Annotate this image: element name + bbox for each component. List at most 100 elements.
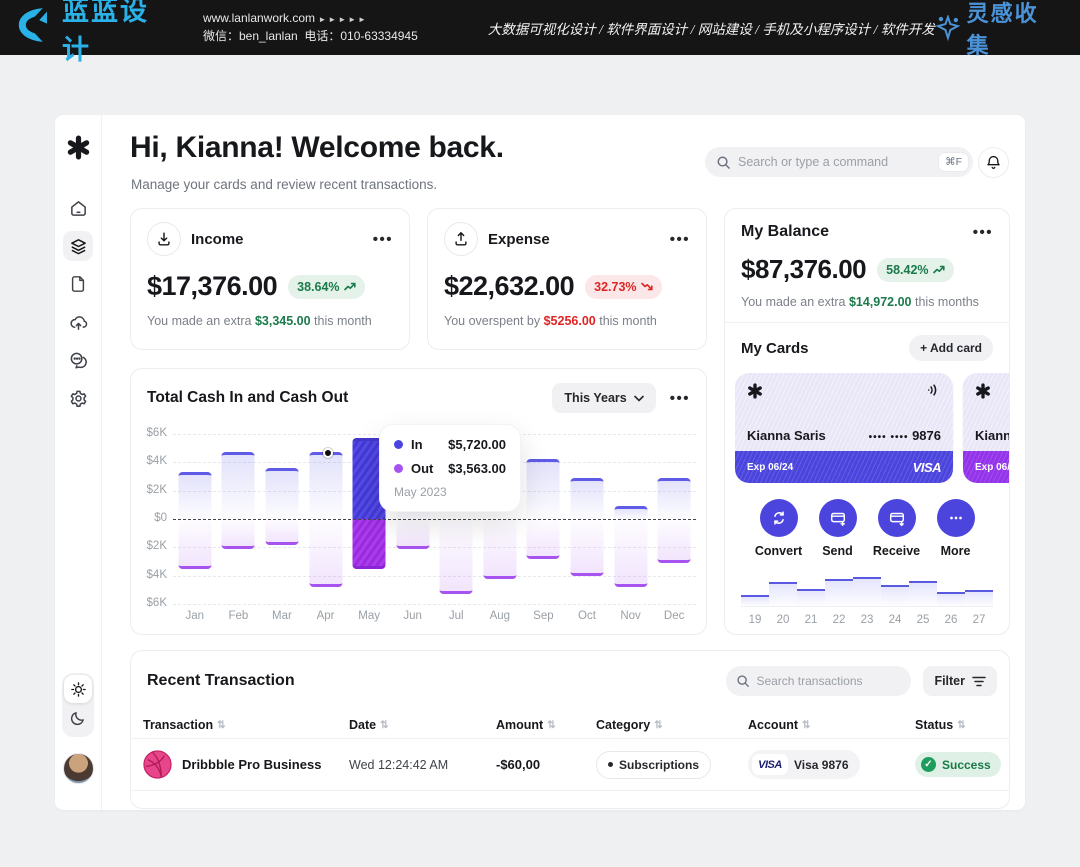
sidebar-item-home[interactable] (63, 193, 93, 223)
mini-bar-label: 21 (797, 614, 825, 626)
column-header-account[interactable]: Account⇅ (748, 718, 915, 732)
tooltip-caption: May 2023 (394, 485, 506, 499)
convert-button[interactable]: Convert (749, 499, 808, 558)
mini-bar-24[interactable] (881, 585, 909, 606)
shortcut-badge: ⌘F (938, 152, 969, 172)
receive-button[interactable]: Receive (867, 499, 926, 558)
mini-bar-26[interactable] (937, 592, 965, 606)
bar-in-oct[interactable] (570, 478, 603, 519)
bar-in-sep[interactable] (527, 459, 560, 519)
sidebar-item-settings[interactable] (63, 383, 93, 413)
column-header-amount[interactable]: Amount⇅ (496, 718, 596, 732)
bar-out-jun[interactable] (396, 519, 429, 549)
x-axis-label: Oct (565, 610, 609, 622)
bar-in-jan[interactable] (178, 472, 211, 519)
mini-bar-25[interactable] (909, 581, 937, 606)
card-expiry: Exp 06/24 (747, 462, 793, 473)
expense-change-badge: 32.73% (585, 275, 661, 299)
sort-icon[interactable]: ⇅ (957, 720, 965, 731)
bar-out-jul[interactable] (440, 519, 473, 594)
transactions-title: Recent Transaction (147, 672, 295, 690)
income-change-badge: 38.64% (288, 275, 364, 299)
promo-banner: 蓝蓝设计 www.lanlanwork.com ►►►►► 微信：ben_lan… (0, 0, 1080, 55)
column-header-category[interactable]: Category⇅ (596, 718, 748, 732)
send-button[interactable]: Send (808, 499, 867, 558)
notifications-button[interactable] (978, 147, 1009, 178)
balance-menu-button[interactable]: ••• (973, 224, 993, 241)
transactions-search-input[interactable] (756, 674, 886, 688)
light-mode-button[interactable] (64, 675, 92, 703)
column-header-transaction[interactable]: Transaction⇅ (143, 718, 349, 732)
balance-amount: $87,376.00 (741, 254, 866, 285)
bar-in-apr[interactable] (309, 452, 342, 519)
income-menu-button[interactable]: ••• (373, 231, 393, 248)
chat-icon (69, 351, 88, 370)
bar-in-feb[interactable] (222, 452, 255, 519)
table-row[interactable]: Dribbble Pro Business Wed 12:24:42 AM -$… (131, 739, 1009, 790)
sort-icon[interactable]: ⇅ (380, 720, 388, 731)
mini-bar-23[interactable] (853, 577, 881, 606)
bar-out-dec[interactable] (658, 519, 691, 563)
sort-icon[interactable]: ⇅ (547, 720, 555, 731)
transaction-amount: -$60,00 (496, 757, 596, 772)
mini-bar-21[interactable] (797, 589, 825, 606)
sort-icon[interactable]: ⇅ (802, 720, 810, 731)
sidebar-item-cards[interactable] (63, 231, 93, 261)
global-search[interactable]: ⌘F (705, 147, 973, 177)
bar-out-feb[interactable] (222, 519, 255, 549)
bar-in-mar[interactable] (265, 468, 298, 519)
send-icon (829, 509, 847, 527)
credit-card-2[interactable]: Kianna Exp 06/2 (963, 373, 1009, 483)
column-header-date[interactable]: Date⇅ (349, 718, 496, 732)
bar-out-apr[interactable] (309, 519, 342, 587)
sidebar-item-messages[interactable] (63, 345, 93, 375)
sort-icon[interactable]: ⇅ (654, 720, 662, 731)
bar-in-dec[interactable] (658, 478, 691, 519)
mini-bar-27[interactable] (965, 590, 993, 606)
page-subtitle: Manage your cards and review recent tran… (131, 177, 437, 192)
credit-card-1[interactable]: Kianna Saris •••• •••• 9876 Exp 06/24 VI… (735, 373, 953, 483)
mini-bar-20[interactable] (769, 582, 797, 606)
chart-menu-button[interactable]: ••• (670, 390, 690, 407)
zero-gridline (173, 519, 696, 520)
bar-out-sep[interactable] (527, 519, 560, 559)
bar-out-nov[interactable] (614, 519, 647, 587)
search-icon (736, 674, 750, 688)
chart-marker-dot (323, 448, 333, 458)
column-header-status[interactable]: Status⇅ (915, 718, 997, 732)
trend-down-icon (641, 282, 653, 291)
add-card-button[interactable]: + Add card (909, 335, 993, 361)
sort-icon[interactable]: ⇅ (217, 720, 225, 731)
mini-bar-19[interactable] (741, 595, 769, 606)
banner-phone: 电话：010-63334945 (304, 29, 417, 43)
app-logo-asterisk-icon[interactable] (66, 135, 91, 165)
bar-out-aug[interactable] (483, 519, 516, 579)
sidebar-item-cloud[interactable] (63, 307, 93, 337)
page-title: Hi, Kianna! Welcome back. (130, 131, 504, 165)
sidebar-item-documents[interactable] (63, 269, 93, 299)
mini-bar-22[interactable] (825, 579, 853, 606)
bar-out-may[interactable] (353, 519, 386, 569)
user-avatar[interactable] (63, 753, 94, 784)
filter-button[interactable]: Filter (923, 666, 997, 696)
x-axis-label: Mar (260, 610, 304, 622)
bar-out-mar[interactable] (265, 519, 298, 545)
bar-out-oct[interactable] (570, 519, 603, 576)
theme-toggle[interactable] (62, 673, 94, 737)
period-selector[interactable]: This Years (552, 383, 655, 413)
expense-amount: $22,632.00 (444, 271, 574, 302)
transactions-search[interactable] (726, 666, 911, 696)
dark-mode-button[interactable] (64, 703, 92, 731)
expense-menu-button[interactable]: ••• (670, 231, 690, 248)
balance-card: My Balance ••• $87,376.00 58.42% You mad… (724, 208, 1010, 635)
bar-out-jan[interactable] (178, 519, 211, 569)
search-icon (716, 155, 731, 170)
more-button[interactable]: More (926, 499, 985, 558)
cards-carousel[interactable]: Kianna Saris •••• •••• 9876 Exp 06/24 VI… (735, 373, 1009, 483)
bar-in-nov[interactable] (614, 506, 647, 519)
x-axis-label: Feb (217, 610, 261, 622)
chevron-down-icon (634, 395, 644, 402)
expense-icon (444, 222, 478, 256)
search-input[interactable] (738, 155, 938, 169)
balance-change-badge: 58.42% (877, 258, 953, 282)
